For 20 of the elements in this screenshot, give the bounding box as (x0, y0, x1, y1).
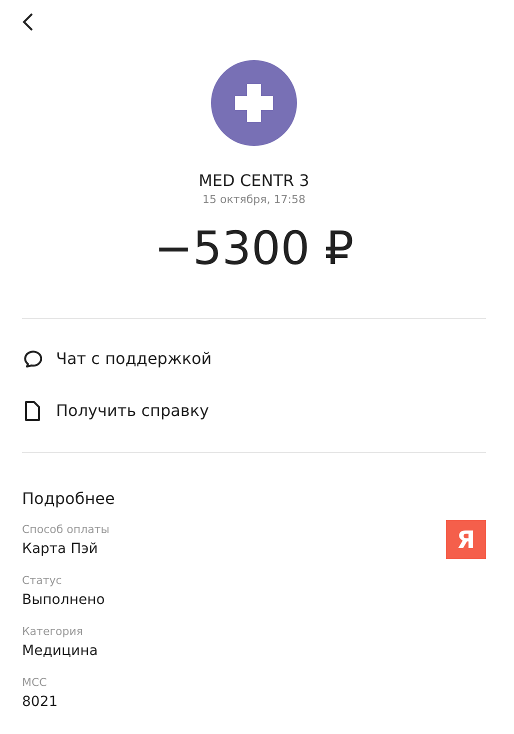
field-value: Выполнено (22, 591, 105, 610)
section-title: Подробнее (22, 489, 116, 508)
document-icon (22, 400, 42, 420)
back-icon (22, 13, 34, 31)
field-label: Категория (22, 624, 84, 640)
action-link[interactable]: Чат с поддержкой (56, 349, 212, 368)
back-button[interactable] (22, 13, 34, 31)
transaction-amount: −5300 ₽ (154, 220, 354, 276)
field-label: Способ оплаты (22, 522, 110, 538)
chat-bubble-icon (22, 348, 42, 368)
field-value: Медицина (22, 642, 98, 661)
action-link[interactable]: Получить справку (56, 401, 209, 420)
field-value: 8021 (22, 693, 58, 712)
field-label: Статус (22, 573, 63, 589)
merchant-name: MED CENTR 3 (198, 171, 310, 190)
medical-cross-icon (211, 60, 297, 146)
transaction-date: 15 октября, 17:58 (202, 193, 306, 206)
field-label: MCC (22, 675, 48, 691)
bank-logo: Я (446, 520, 486, 559)
field-value: Карта Пэй (22, 540, 99, 559)
